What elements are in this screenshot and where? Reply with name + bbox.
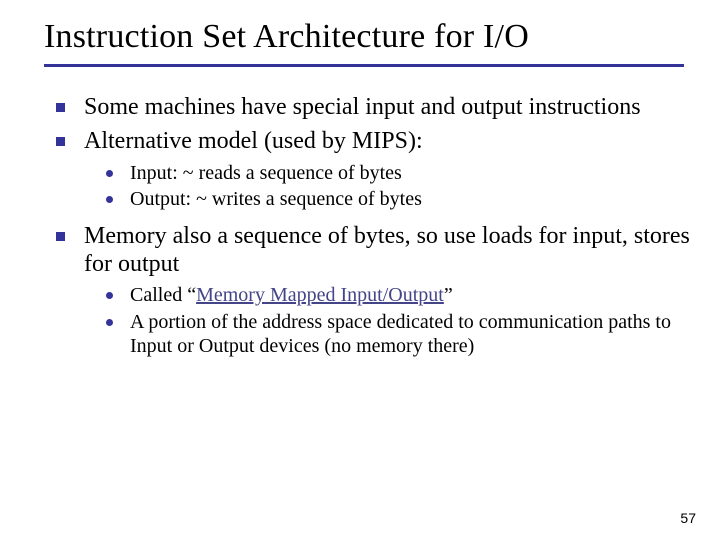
sub-bullet-list: Called “Memory Mapped Input/Output” A po… <box>84 284 692 358</box>
sub-bullet-item: Output: ~ writes a sequence of bytes <box>84 188 692 212</box>
bullet-list: Some machines have special input and out… <box>36 93 692 358</box>
bullet-text: Alternative model (used by MIPS): <box>84 128 423 154</box>
bullet-text: Some machines have special input and out… <box>84 94 641 120</box>
sub-bullet-item: A portion of the address space dedicated… <box>84 311 692 358</box>
sub-bullet-text-pre: Called “ <box>130 284 196 306</box>
sub-bullet-text-post: ” <box>444 284 453 306</box>
sub-bullet-item: Called “Memory Mapped Input/Output” <box>84 284 692 308</box>
sub-bullet-text: A portion of the address space dedicated… <box>130 311 671 357</box>
bullet-item-2: Alternative model (used by MIPS): Input:… <box>36 127 692 212</box>
slide: Instruction Set Architecture for I/O Som… <box>0 0 720 540</box>
page-number: 57 <box>680 510 696 526</box>
memory-mapped-io-term: Memory Mapped Input/Output <box>196 284 444 306</box>
sub-bullet-list: Input: ~ reads a sequence of bytes Outpu… <box>84 162 692 212</box>
sub-bullet-item: Input: ~ reads a sequence of bytes <box>84 162 692 186</box>
bullet-text: Memory also a sequence of bytes, so use … <box>84 223 690 277</box>
sub-bullet-text: Input: ~ reads a sequence of bytes <box>130 162 402 184</box>
bullet-item-3: Memory also a sequence of bytes, so use … <box>36 222 692 358</box>
slide-title: Instruction Set Architecture for I/O <box>0 0 720 62</box>
slide-body: Some machines have special input and out… <box>0 67 720 358</box>
bullet-item-1: Some machines have special input and out… <box>36 93 692 121</box>
sub-bullet-text: Output: ~ writes a sequence of bytes <box>130 188 422 210</box>
